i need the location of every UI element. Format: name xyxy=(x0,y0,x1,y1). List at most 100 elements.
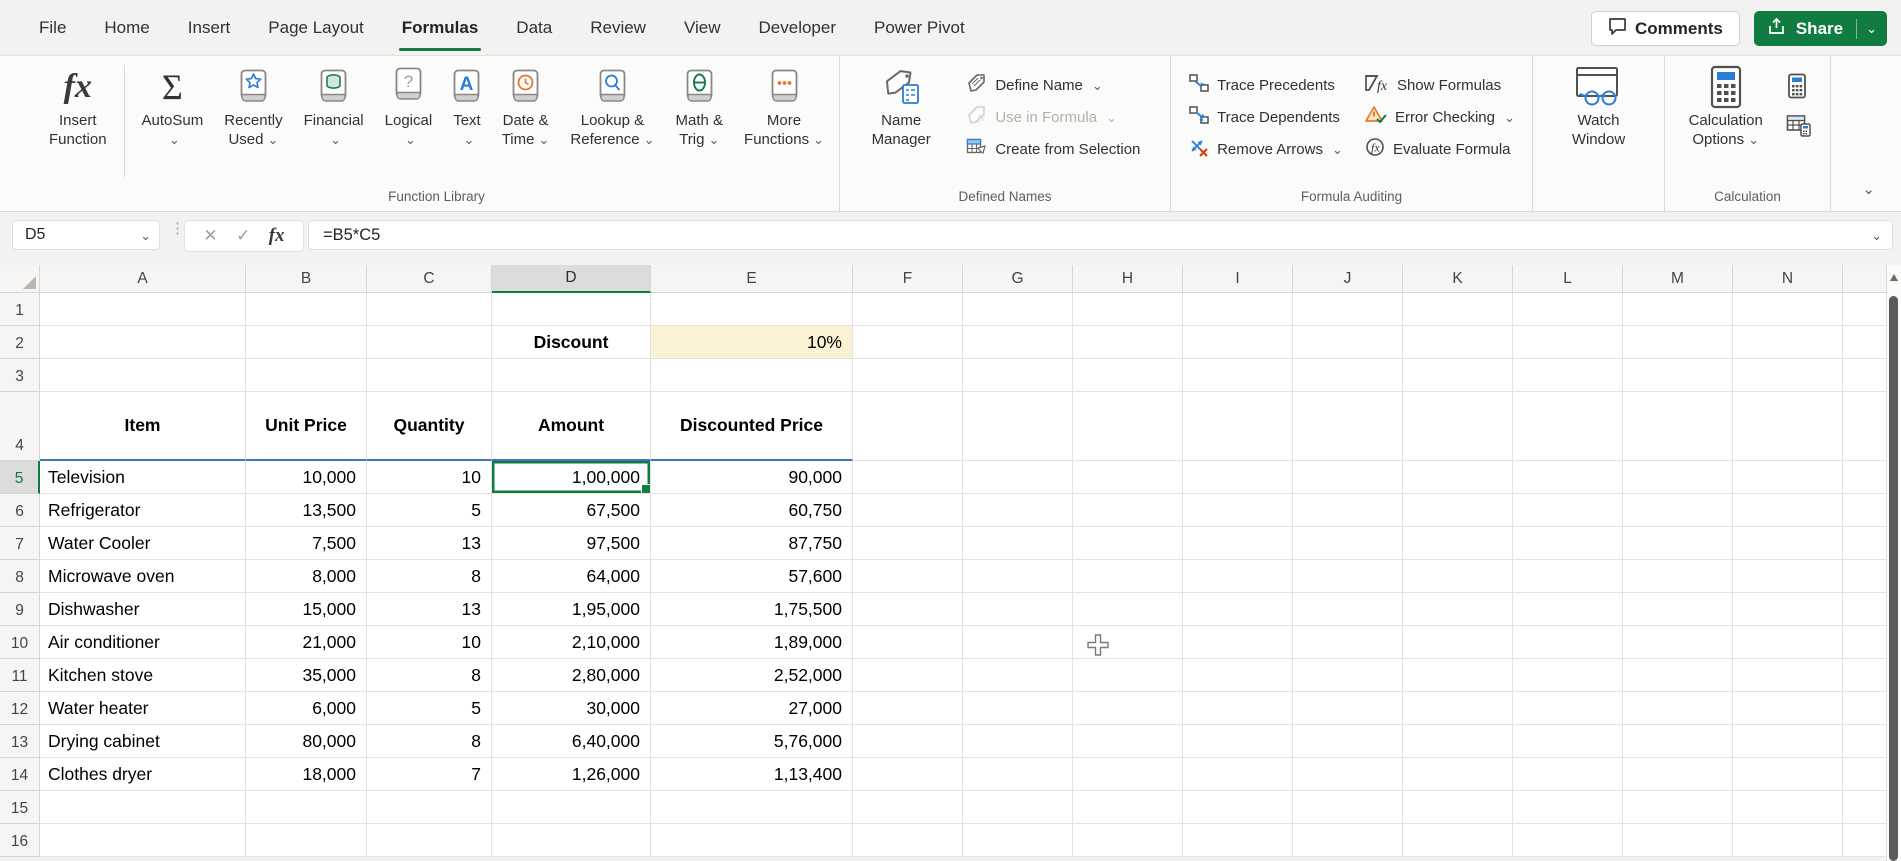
cell-M14[interactable] xyxy=(1623,758,1733,791)
cell-A9[interactable]: Dishwasher xyxy=(40,593,246,626)
cell-F15[interactable] xyxy=(853,791,963,824)
cell-H5[interactable] xyxy=(1073,461,1183,494)
column-header-M[interactable]: M xyxy=(1623,265,1733,293)
cell-F9[interactable] xyxy=(853,593,963,626)
cell-I10[interactable] xyxy=(1183,626,1293,659)
cell-J13[interactable] xyxy=(1293,725,1403,758)
cell-M1[interactable] xyxy=(1623,293,1733,326)
column-header-B[interactable]: B xyxy=(246,265,367,293)
cell-partial-6[interactable] xyxy=(1843,494,1887,527)
cell-partial-1[interactable] xyxy=(1843,293,1887,326)
cell-J4[interactable] xyxy=(1293,392,1403,461)
cell-partial-2[interactable] xyxy=(1843,326,1887,359)
cell-A8[interactable]: Microwave oven xyxy=(40,560,246,593)
cell-A5[interactable]: Television xyxy=(40,461,246,494)
row-header-5[interactable]: 5 xyxy=(0,461,40,494)
row-header-7[interactable]: 7 xyxy=(0,527,40,560)
cell-C7[interactable]: 13 xyxy=(367,527,492,560)
cell-J15[interactable] xyxy=(1293,791,1403,824)
cell-M7[interactable] xyxy=(1623,527,1733,560)
cell-partial-12[interactable] xyxy=(1843,692,1887,725)
cell-I9[interactable] xyxy=(1183,593,1293,626)
cell-J3[interactable] xyxy=(1293,359,1403,392)
cell-A12[interactable]: Water heater xyxy=(40,692,246,725)
cell-N4[interactable] xyxy=(1733,392,1843,461)
column-header-I[interactable]: I xyxy=(1183,265,1293,293)
cell-K12[interactable] xyxy=(1403,692,1513,725)
cell-L6[interactable] xyxy=(1513,494,1623,527)
cell-I11[interactable] xyxy=(1183,659,1293,692)
cell-partial-9[interactable] xyxy=(1843,593,1887,626)
cell-H7[interactable] xyxy=(1073,527,1183,560)
cell-D7[interactable]: 97,500 xyxy=(492,527,651,560)
cell-D8[interactable]: 64,000 xyxy=(492,560,651,593)
cell-I6[interactable] xyxy=(1183,494,1293,527)
column-header-G[interactable]: G xyxy=(963,265,1073,293)
cell-K7[interactable] xyxy=(1403,527,1513,560)
cell-B9[interactable]: 15,000 xyxy=(246,593,367,626)
cell-L9[interactable] xyxy=(1513,593,1623,626)
cell-M15[interactable] xyxy=(1623,791,1733,824)
cell-C5[interactable]: 10 xyxy=(367,461,492,494)
cell-M6[interactable] xyxy=(1623,494,1733,527)
cell-J14[interactable] xyxy=(1293,758,1403,791)
cell-I2[interactable] xyxy=(1183,326,1293,359)
cell-C4[interactable]: Quantity xyxy=(367,392,492,461)
cell-J9[interactable] xyxy=(1293,593,1403,626)
cell-E9[interactable]: 1,75,500 xyxy=(651,593,853,626)
cell-B5[interactable]: 10,000 xyxy=(246,461,367,494)
cell-partial-11[interactable] xyxy=(1843,659,1887,692)
cell-B8[interactable]: 8,000 xyxy=(246,560,367,593)
autosum-button[interactable]: ΣAutoSum⌄ xyxy=(136,61,210,151)
cell-N14[interactable] xyxy=(1733,758,1843,791)
cell-B3[interactable] xyxy=(246,359,367,392)
cell-F3[interactable] xyxy=(853,359,963,392)
cell-C14[interactable]: 7 xyxy=(367,758,492,791)
cell-E10[interactable]: 1,89,000 xyxy=(651,626,853,659)
cell-E8[interactable]: 57,600 xyxy=(651,560,853,593)
cell-I13[interactable] xyxy=(1183,725,1293,758)
cell-N5[interactable] xyxy=(1733,461,1843,494)
cell-L15[interactable] xyxy=(1513,791,1623,824)
cell-K11[interactable] xyxy=(1403,659,1513,692)
insert-function-button[interactable]: fxInsertFunction xyxy=(43,61,113,151)
cell-J6[interactable] xyxy=(1293,494,1403,527)
cell-I1[interactable] xyxy=(1183,293,1293,326)
cell-G3[interactable] xyxy=(963,359,1073,392)
cell-C6[interactable]: 5 xyxy=(367,494,492,527)
cell-A6[interactable]: Refrigerator xyxy=(40,494,246,527)
cell-B7[interactable]: 7,500 xyxy=(246,527,367,560)
cell-B2[interactable] xyxy=(246,326,367,359)
cell-B12[interactable]: 6,000 xyxy=(246,692,367,725)
cell-B16[interactable] xyxy=(246,824,367,857)
cell-K9[interactable] xyxy=(1403,593,1513,626)
cell-E1[interactable] xyxy=(651,293,853,326)
enter-icon[interactable]: ✓ xyxy=(236,226,250,246)
text-button[interactable]: AText⌄ xyxy=(447,61,487,151)
cell-G11[interactable] xyxy=(963,659,1073,692)
cell-G12[interactable] xyxy=(963,692,1073,725)
cell-N1[interactable] xyxy=(1733,293,1843,326)
cell-H9[interactable] xyxy=(1073,593,1183,626)
column-header-D[interactable]: D xyxy=(492,265,651,293)
cell-I12[interactable] xyxy=(1183,692,1293,725)
evaluate-formula-button[interactable]: fxEvaluate Formula xyxy=(1360,133,1519,165)
cell-G16[interactable] xyxy=(963,824,1073,857)
cancel-icon[interactable]: ✕ xyxy=(203,226,217,246)
cell-L16[interactable] xyxy=(1513,824,1623,857)
column-header-F[interactable]: F xyxy=(853,265,963,293)
cell-E6[interactable]: 60,750 xyxy=(651,494,853,527)
cell-G10[interactable] xyxy=(963,626,1073,659)
cell-M3[interactable] xyxy=(1623,359,1733,392)
cell-G7[interactable] xyxy=(963,527,1073,560)
row-header-15[interactable]: 15 xyxy=(0,791,40,824)
cell-F8[interactable] xyxy=(853,560,963,593)
cell-H13[interactable] xyxy=(1073,725,1183,758)
cell-partial-14[interactable] xyxy=(1843,758,1887,791)
cell-B11[interactable]: 35,000 xyxy=(246,659,367,692)
column-header-L[interactable]: L xyxy=(1513,265,1623,293)
cell-M13[interactable] xyxy=(1623,725,1733,758)
cell-F5[interactable] xyxy=(853,461,963,494)
column-header-K[interactable]: K xyxy=(1403,265,1513,293)
cell-A13[interactable]: Drying cabinet xyxy=(40,725,246,758)
